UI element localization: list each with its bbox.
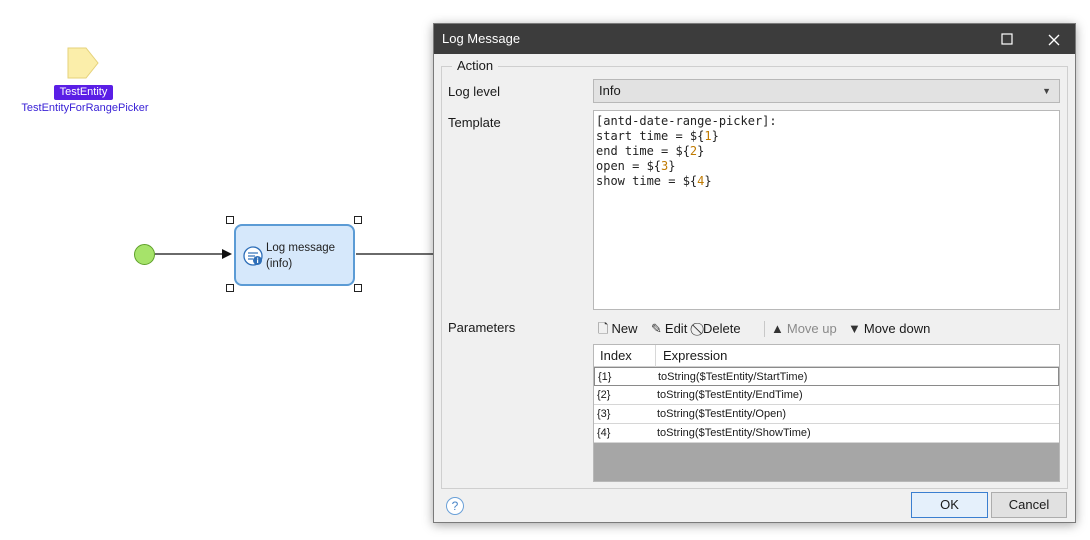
grid-header: Index Expression <box>594 345 1059 367</box>
delete-button-label: Delete <box>703 321 741 336</box>
new-document-icon: 🗋 <box>598 321 609 336</box>
dialog-title: Log Message <box>442 31 521 46</box>
close-button[interactable] <box>1034 24 1074 54</box>
pencil-icon: ✎ <box>651 321 662 336</box>
new-button-label: New <box>611 321 638 336</box>
triangle-up-icon: ▲ <box>771 321 784 336</box>
row-index: {2} <box>597 389 611 401</box>
maximize-button[interactable] <box>987 24 1027 54</box>
template-line: show time = ${4} <box>596 174 1057 189</box>
log-level-select[interactable]: Info ▼ <box>593 79 1060 103</box>
template-label: Template <box>448 115 501 130</box>
activity-label-line2: (info) <box>266 258 293 270</box>
activity-label: Log message (info) <box>266 240 335 272</box>
template-line-text: end time = ${ <box>596 144 690 158</box>
cancel-button[interactable]: Cancel <box>991 492 1067 518</box>
row-index: {3} <box>597 408 611 420</box>
log-level-value: Info <box>599 83 621 98</box>
template-textarea[interactable]: [antd-date-range-picker]: start time = ${… <box>593 110 1060 310</box>
template-line-end: } <box>668 159 676 173</box>
row-expression: toString($TestEntity/Open) <box>657 408 787 420</box>
action-group-label: Action <box>452 58 499 73</box>
move-down-button-label: Move down <box>863 321 931 336</box>
column-separator <box>655 345 656 367</box>
dialog-titlebar[interactable]: Log Message <box>434 24 1075 54</box>
template-line: open = ${3} <box>596 159 1057 174</box>
edit-button[interactable]: ✎ Edit <box>651 319 687 339</box>
column-header-expression[interactable]: Expression <box>663 348 727 363</box>
parameter-name[interactable]: TestEntityForRangePicker <box>10 102 160 114</box>
chevron-down-icon: ▼ <box>1042 86 1051 96</box>
row-index: {4} <box>597 427 611 439</box>
template-line-text: show time = ${ <box>596 174 698 188</box>
template-line: end time = ${2} <box>596 144 1057 159</box>
parameters-label: Parameters <box>448 320 516 335</box>
start-event[interactable] <box>134 244 155 265</box>
triangle-down-icon: ▼ <box>848 321 861 336</box>
log-message-activity[interactable]: Log message (info) <box>234 224 355 286</box>
parameters-grid: Index Expression {1} toString($TestEntit… <box>593 344 1060 482</box>
close-icon <box>1048 34 1060 46</box>
parameter-type-badge[interactable]: TestEntity <box>54 85 113 100</box>
resize-handle-bottom-right[interactable] <box>354 284 362 292</box>
template-line-end: } <box>711 129 719 143</box>
parameter-icon[interactable] <box>66 47 100 81</box>
template-line-text: [antd-date-range-picker]: <box>596 114 777 128</box>
template-line-text: start time = ${ <box>596 129 705 143</box>
template-line-text: open = ${ <box>596 159 662 173</box>
table-row[interactable]: {1} toString($TestEntity/StartTime) <box>594 367 1059 386</box>
row-expression: toString($TestEntity/EndTime) <box>657 389 803 401</box>
help-button[interactable]: ? <box>446 497 464 515</box>
table-row[interactable]: {2} toString($TestEntity/EndTime) <box>594 386 1059 405</box>
row-index: {1} <box>598 371 612 383</box>
maximize-icon <box>1001 33 1013 45</box>
move-up-button[interactable]: ▲ Move up <box>771 319 837 339</box>
log-message-icon <box>243 246 263 266</box>
resize-handle-top-right[interactable] <box>354 216 362 224</box>
template-line-end: } <box>697 144 705 158</box>
move-down-button[interactable]: ▼ Move down <box>848 319 930 339</box>
row-expression: toString($TestEntity/ShowTime) <box>657 427 811 439</box>
table-row[interactable]: {3} toString($TestEntity/Open) <box>594 405 1059 424</box>
delete-button[interactable]: ⃠Delete <box>700 319 741 339</box>
template-line: [antd-date-range-picker]: <box>596 114 1057 129</box>
ok-button[interactable]: OK <box>911 492 988 518</box>
resize-handle-bottom-left[interactable] <box>226 284 234 292</box>
activity-label-line1: Log message <box>266 242 336 254</box>
move-up-button-label: Move up <box>786 321 837 336</box>
new-button[interactable]: 🗋 New <box>598 319 637 339</box>
template-line-end: } <box>704 174 712 188</box>
template-line: start time = ${1} <box>596 129 1057 144</box>
help-icon: ? <box>451 499 459 513</box>
column-header-index[interactable]: Index <box>600 348 632 363</box>
template-placeholder-number: 1 <box>704 129 712 143</box>
toolbar-separator <box>764 321 765 337</box>
table-row[interactable]: {4} toString($TestEntity/ShowTime) <box>594 424 1059 443</box>
resize-handle-top-left[interactable] <box>226 216 234 224</box>
edit-button-label: Edit <box>664 321 688 336</box>
row-expression: toString($TestEntity/StartTime) <box>658 371 808 383</box>
log-level-label: Log level <box>448 84 501 99</box>
